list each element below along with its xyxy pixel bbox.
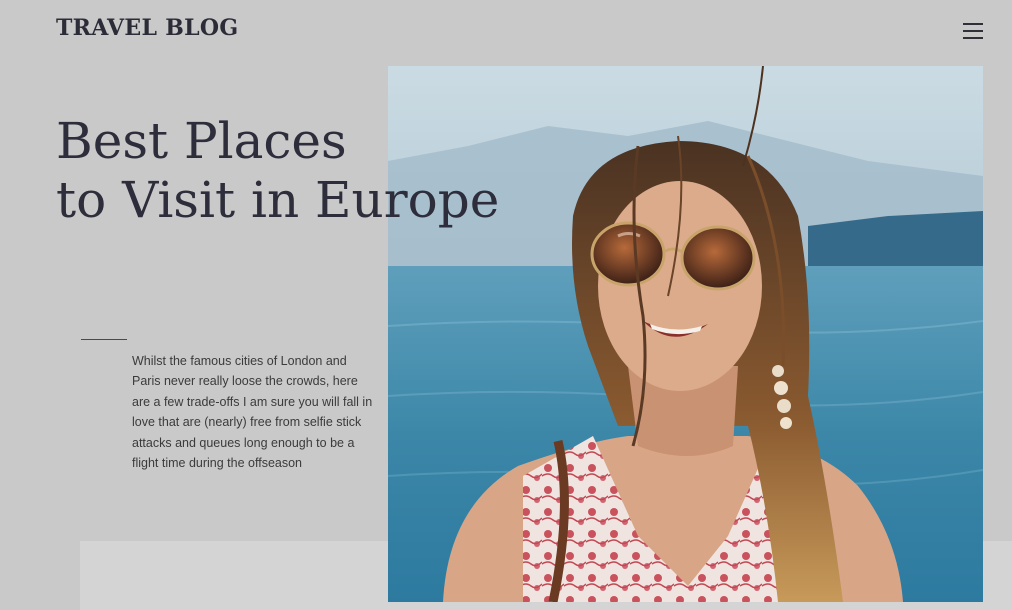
divider-line <box>81 339 127 340</box>
site-logo[interactable]: TRAVEL BLOG <box>56 15 238 41</box>
menu-bar <box>963 23 983 25</box>
intro-paragraph: Whilst the famous cities of London and P… <box>132 354 373 471</box>
title-line-2: to Visit in Europe <box>56 171 500 229</box>
hamburger-menu-icon[interactable] <box>958 18 988 44</box>
menu-bar <box>963 30 983 32</box>
title-line-1: Best Places <box>56 112 347 170</box>
page-title: Best Places to Visit in Europe <box>56 112 499 230</box>
menu-bar <box>963 37 983 39</box>
